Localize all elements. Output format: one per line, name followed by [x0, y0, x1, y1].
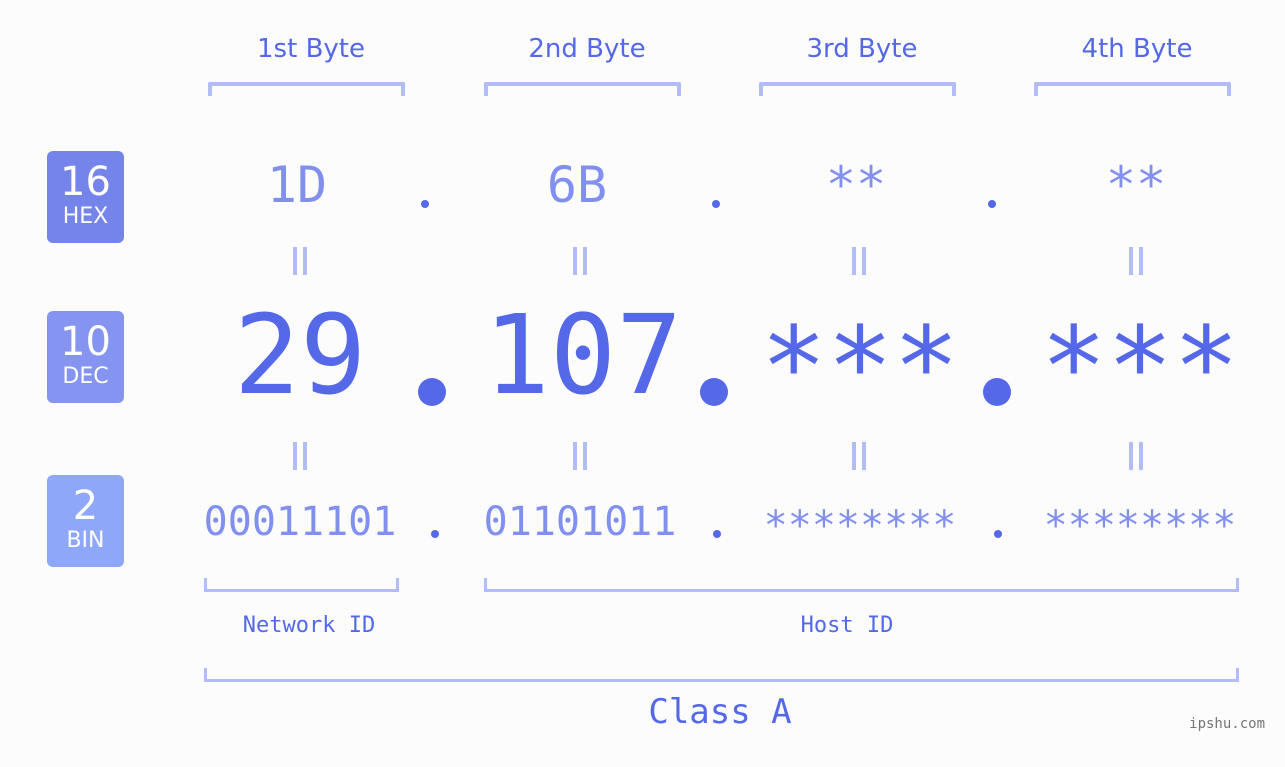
hex-value-1: 1D [266, 156, 328, 214]
byte-header-2: 2nd Byte [528, 34, 646, 64]
dec-separator-dot [983, 378, 1011, 406]
dec-value-4: *** [1040, 303, 1240, 431]
bin-badge-number: 2 [72, 483, 99, 529]
class-bracket [204, 668, 1239, 682]
hex-separator-dot [421, 200, 429, 208]
hex-value-4: ** [1105, 156, 1167, 214]
hex-value-3: ** [825, 156, 887, 214]
hex-badge-label: HEX [62, 204, 109, 229]
bin-value-3: ******** [763, 503, 957, 549]
hex-value-2: 6B [546, 156, 608, 214]
equals-icon [850, 442, 868, 470]
hex-badge-number: 16 [60, 159, 111, 205]
equals-icon [571, 442, 589, 470]
byte-header-1: 1st Byte [257, 34, 365, 64]
hex-badge: 16 HEX [47, 151, 124, 243]
bin-badge-label: BIN [66, 528, 105, 553]
equals-icon [1127, 442, 1145, 470]
bin-separator-dot [994, 530, 1002, 538]
byte-bracket-3 [759, 82, 956, 96]
byte-bracket-2 [484, 82, 681, 96]
dec-value-3: *** [760, 303, 960, 431]
bin-separator-dot [431, 530, 439, 538]
dec-badge-label: DEC [62, 364, 109, 389]
dec-separator-dot [418, 378, 446, 406]
byte-bracket-4 [1034, 82, 1231, 96]
byte-header-4: 4th Byte [1081, 34, 1193, 64]
dec-separator-dot [700, 378, 728, 406]
dec-badge: 10 DEC [47, 311, 124, 403]
hex-separator-dot [988, 200, 996, 208]
host-id-label: Host ID [800, 613, 894, 638]
equals-icon [850, 247, 868, 275]
bin-value-4: ******** [1043, 503, 1237, 549]
hex-separator-dot [712, 200, 720, 208]
equals-icon [291, 442, 309, 470]
dec-value-2: 107 [483, 291, 683, 419]
bin-badge: 2 BIN [47, 475, 124, 567]
dec-value-1: 29 [233, 291, 367, 419]
class-label: Class A [648, 692, 792, 732]
equals-icon [571, 247, 589, 275]
byte-header-3: 3rd Byte [806, 34, 918, 64]
dec-badge-number: 10 [60, 319, 111, 365]
equals-icon [1127, 247, 1145, 275]
watermark: ipshu.com [1189, 716, 1265, 732]
bin-separator-dot [713, 530, 721, 538]
equals-icon [291, 247, 309, 275]
network-id-label: Network ID [242, 613, 376, 638]
host-id-bracket [484, 578, 1239, 592]
bin-value-2: 01101011 [483, 499, 677, 545]
network-id-bracket [204, 578, 399, 592]
bin-value-1: 00011101 [203, 499, 397, 545]
byte-bracket-1 [208, 82, 405, 96]
